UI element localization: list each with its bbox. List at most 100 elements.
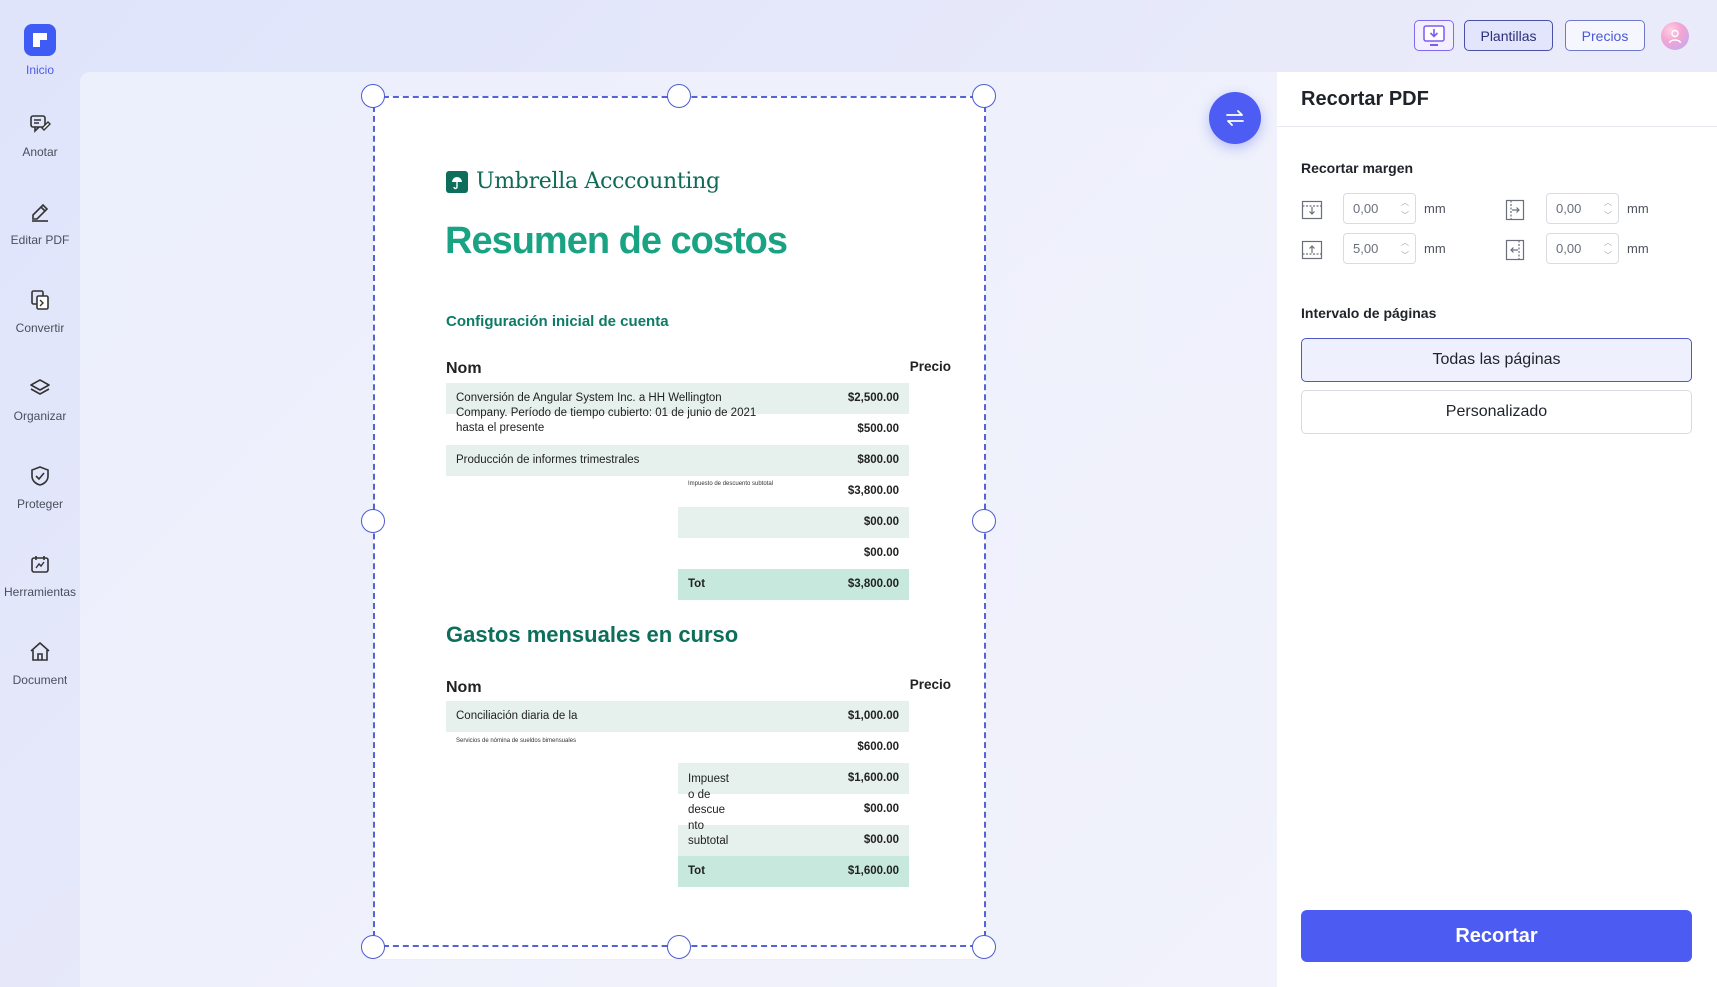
chevron-up-icon[interactable]: ︿ bbox=[1401, 237, 1409, 248]
sidebar-item-convertir[interactable]: Convertir bbox=[0, 288, 80, 360]
row-description-line: hasta el presente bbox=[456, 422, 545, 434]
row-side-label: Impuest o de descue nto subtotal bbox=[688, 772, 729, 850]
margin-left-unit: mm bbox=[1627, 201, 1649, 216]
templates-button[interactable]: Plantillas bbox=[1464, 20, 1553, 51]
row-description-line: Conversión de Angular System Inc. a HH W… bbox=[456, 392, 722, 404]
home-logo-icon bbox=[24, 24, 56, 56]
sidebar-item-label: Organizar bbox=[13, 409, 67, 423]
margin-bottom-input[interactable]: 5,00 ︿ ﹀ bbox=[1343, 233, 1416, 264]
user-avatar[interactable] bbox=[1661, 22, 1689, 50]
table-row: Conciliación diaria de la $1,000.00 bbox=[446, 701, 909, 732]
sidebar-item-organizar[interactable]: Organizar bbox=[0, 376, 80, 448]
table-row: Impuesto de descuento subtotal $3,800.00 bbox=[678, 476, 909, 507]
chevron-down-icon[interactable]: ﹀ bbox=[1401, 250, 1409, 261]
row-description-line: Company. Período de tiempo cubierto: 01 … bbox=[456, 407, 757, 419]
total-label: Tot bbox=[688, 865, 706, 877]
document-title: Resumen de costos bbox=[445, 220, 788, 262]
chevron-down-icon[interactable]: ﹀ bbox=[1604, 250, 1612, 261]
chevron-down-icon[interactable]: ﹀ bbox=[1604, 210, 1612, 221]
pricing-button[interactable]: Precios bbox=[1565, 20, 1645, 51]
row-price: $600.00 bbox=[857, 741, 899, 753]
side-label-line: descue bbox=[688, 804, 726, 816]
sidebar-item-inicio[interactable]: Inicio bbox=[0, 24, 80, 96]
row-price: $500.00 bbox=[857, 423, 899, 435]
brand: Umbrella Acccounting bbox=[446, 169, 720, 194]
sidebar-item-label: Document bbox=[12, 673, 68, 687]
sidebar-item-proteger[interactable]: Proteger bbox=[0, 464, 80, 536]
custom-range-option[interactable]: Personalizado bbox=[1301, 390, 1692, 434]
margin-top-input[interactable]: 0,00 ︿ ﹀ bbox=[1343, 193, 1416, 224]
swap-view-button[interactable] bbox=[1209, 92, 1261, 144]
page-range-label: Intervalo de páginas bbox=[1301, 305, 1437, 321]
crop-handle-bottom-right[interactable] bbox=[972, 935, 996, 959]
sidebar-item-editar-pdf[interactable]: Editar PDF bbox=[0, 200, 80, 272]
crop-button[interactable]: Recortar bbox=[1301, 910, 1692, 962]
crop-handle-bottom-left[interactable] bbox=[361, 935, 385, 959]
crop-panel: Recortar PDF Recortar margen 0,00 ︿ ﹀ mm… bbox=[1277, 72, 1717, 987]
download-app-button[interactable] bbox=[1414, 20, 1454, 51]
margin-bottom-stepper[interactable]: ︿ ﹀ bbox=[1400, 237, 1410, 261]
row-price: $00.00 bbox=[863, 516, 899, 528]
chevron-up-icon[interactable]: ︿ bbox=[1604, 197, 1612, 208]
crop-handle-right[interactable] bbox=[972, 509, 996, 533]
margin-left-input[interactable]: 0,00 ︿ ﹀ bbox=[1546, 193, 1619, 224]
sidebar-item-label: Editar PDF bbox=[10, 233, 70, 247]
crop-handle-left[interactable] bbox=[361, 509, 385, 533]
column-header-price: Precio bbox=[909, 677, 951, 692]
user-avatar-icon bbox=[1668, 29, 1682, 44]
sidebar-item-label: Inicio bbox=[25, 63, 54, 77]
row-description: Conversión de Angular System Inc. a HH W… bbox=[456, 391, 756, 436]
margin-left-stepper[interactable]: ︿ ﹀ bbox=[1603, 197, 1613, 221]
margin-bottom-value: 5,00 bbox=[1353, 241, 1379, 256]
sidebar-item-document[interactable]: Document bbox=[0, 640, 80, 712]
row-description: Conciliación diaria de la bbox=[456, 710, 578, 722]
row-price: $00.00 bbox=[863, 834, 899, 846]
table-row: Servicios de nómina de sueldos bimensual… bbox=[446, 732, 909, 763]
crop-handle-top-right[interactable] bbox=[972, 84, 996, 108]
side-label-line: Impuest bbox=[688, 773, 729, 785]
sidebar-item-anotar[interactable]: Anotar bbox=[0, 112, 80, 184]
panel-title: Recortar PDF bbox=[1301, 88, 1429, 110]
row-price: $1,000.00 bbox=[847, 710, 899, 722]
section-heading: Gastos mensuales en curso bbox=[446, 622, 739, 647]
shield-icon bbox=[31, 466, 49, 486]
side-label-line: o de bbox=[688, 788, 711, 801]
row-price: $00.00 bbox=[863, 547, 899, 559]
row-price: $00.00 bbox=[863, 803, 899, 815]
margin-left-icon bbox=[1505, 199, 1525, 221]
margin-right-icon bbox=[1505, 239, 1525, 261]
margin-top-stepper[interactable]: ︿ ﹀ bbox=[1400, 197, 1410, 221]
house-icon bbox=[30, 642, 50, 661]
edit-pdf-icon bbox=[32, 203, 49, 222]
sidebar-item-label: Proteger bbox=[16, 497, 64, 511]
row-description: Producción de informes trimestrales bbox=[456, 454, 640, 466]
all-pages-option[interactable]: Todas las páginas bbox=[1301, 338, 1692, 382]
crop-handle-top-left[interactable] bbox=[361, 84, 385, 108]
tools-icon bbox=[31, 556, 49, 573]
download-to-desktop-icon bbox=[1423, 24, 1445, 46]
chevron-up-icon[interactable]: ︿ bbox=[1604, 237, 1612, 248]
sidebar-item-label: Herramientas bbox=[3, 585, 77, 599]
panel-divider bbox=[1277, 126, 1717, 127]
crop-handle-top[interactable] bbox=[667, 84, 691, 108]
margin-top-icon bbox=[1301, 200, 1323, 220]
margin-bottom-icon bbox=[1301, 240, 1323, 260]
crop-handle-bottom[interactable] bbox=[667, 935, 691, 959]
layers-icon bbox=[30, 379, 50, 395]
sidebar-item-herramientas[interactable]: Herramientas bbox=[0, 552, 80, 624]
row-tiny-label: Servicios de nómina de sueldos bimensual… bbox=[456, 738, 577, 744]
total-price: $3,800.00 bbox=[847, 578, 899, 590]
left-sidebar: Inicio Anotar Editar PDF Convertir Organ… bbox=[0, 0, 80, 987]
row-price: $1,600.00 bbox=[847, 772, 899, 784]
margin-section-label: Recortar margen bbox=[1301, 160, 1414, 176]
document-content: Umbrella Acccounting Resumen de costos C… bbox=[373, 96, 986, 959]
margin-right-stepper[interactable]: ︿ ﹀ bbox=[1603, 237, 1613, 261]
column-header-price: Precio bbox=[909, 359, 951, 374]
row-tiny-label: Impuesto de descuento subtotal bbox=[688, 481, 774, 487]
margin-bottom-unit: mm bbox=[1424, 241, 1446, 256]
table-total-row: Tot $1,600.00 bbox=[678, 856, 909, 887]
margin-right-input[interactable]: 0,00 ︿ ﹀ bbox=[1546, 233, 1619, 264]
chevron-down-icon[interactable]: ﹀ bbox=[1401, 210, 1409, 221]
chevron-up-icon[interactable]: ︿ bbox=[1401, 197, 1409, 208]
column-header-name: Nom bbox=[446, 679, 482, 696]
